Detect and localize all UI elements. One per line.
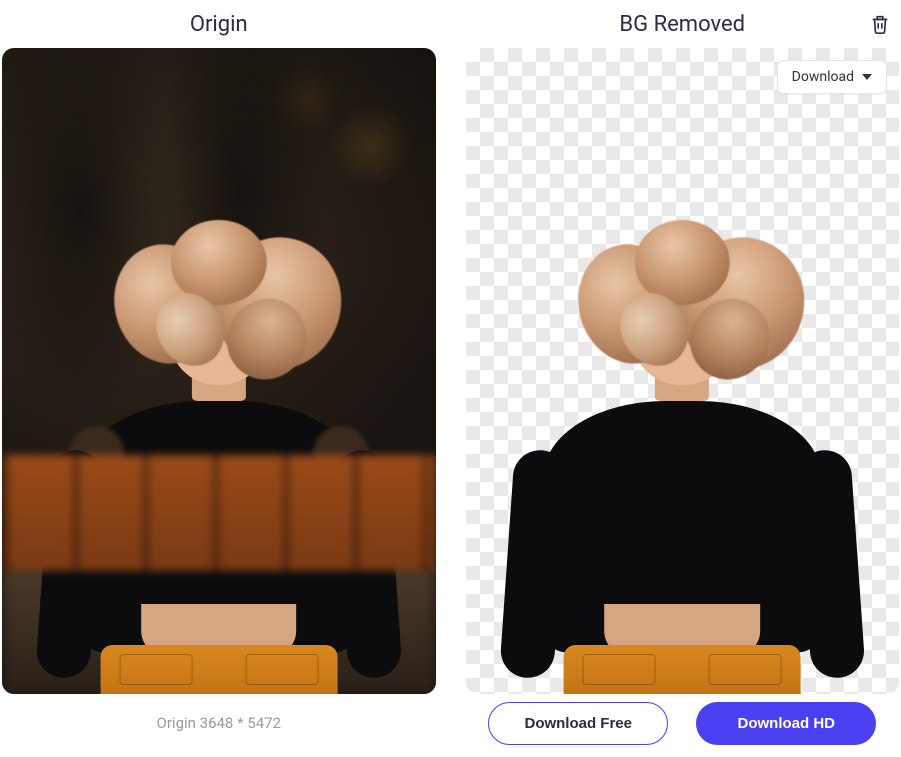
result-actions: Download Free Download HD bbox=[466, 694, 900, 752]
origin-dimensions: Origin 3648 * 5472 bbox=[157, 714, 281, 732]
result-panel: BG Removed Download bbox=[466, 0, 900, 752]
download-free-button[interactable]: Download Free bbox=[488, 702, 668, 745]
delete-button[interactable] bbox=[865, 9, 895, 39]
origin-image bbox=[2, 48, 436, 694]
origin-panel: Origin bbox=[2, 0, 436, 752]
download-dropdown[interactable]: Download bbox=[777, 60, 887, 94]
origin-caption-row: Origin 3648 * 5472 bbox=[2, 694, 436, 752]
result-header: BG Removed bbox=[466, 0, 900, 48]
caret-down-icon bbox=[862, 74, 872, 80]
result-title: BG Removed bbox=[619, 12, 745, 37]
download-dropdown-label: Download bbox=[792, 69, 854, 85]
download-hd-button[interactable]: Download HD bbox=[696, 702, 876, 745]
origin-title: Origin bbox=[190, 12, 248, 37]
trash-icon bbox=[869, 13, 891, 35]
result-image: Download bbox=[466, 48, 900, 694]
result-subject bbox=[513, 287, 851, 694]
origin-header: Origin bbox=[2, 0, 436, 48]
origin-subject bbox=[50, 287, 388, 694]
